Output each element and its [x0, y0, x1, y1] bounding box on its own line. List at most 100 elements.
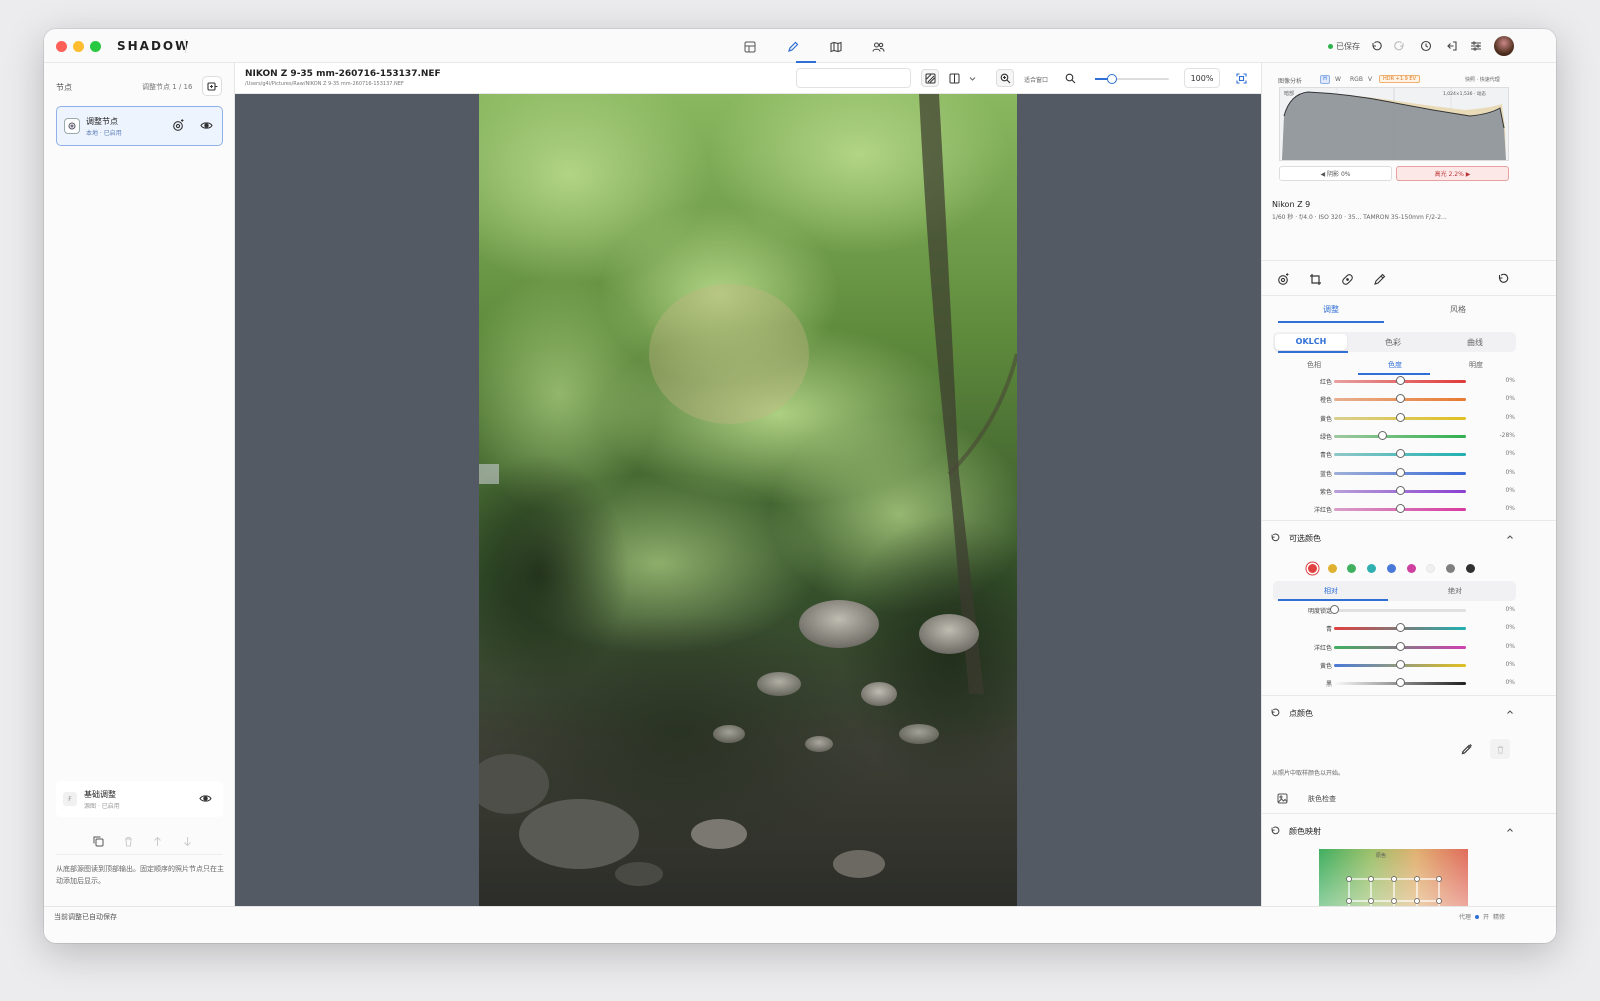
channel-w-button[interactable]: W: [1335, 76, 1341, 83]
user-avatar[interactable]: [1494, 36, 1514, 56]
channel-h-button[interactable]: H: [1320, 75, 1330, 84]
tab-adjust[interactable]: 调整: [1316, 304, 1346, 315]
people-mode-button[interactable]: [869, 38, 887, 56]
chroma-slider-handle[interactable]: [1395, 485, 1405, 495]
histogram-header: 图像分析: [1278, 78, 1303, 85]
color-swatch[interactable]: [1308, 564, 1317, 573]
move-node-down-button[interactable]: [182, 836, 193, 847]
arrow-down-icon: [184, 836, 191, 846]
chroma-slider-handle[interactable]: [1395, 394, 1405, 404]
selective-slider-handle[interactable]: [1329, 605, 1339, 614]
undo-button[interactable]: [1370, 38, 1382, 54]
close-window-button[interactable]: [56, 41, 67, 52]
chroma-slider-handle[interactable]: [1395, 467, 1405, 477]
color-swatch[interactable]: [1367, 564, 1377, 573]
color-map-reset-button[interactable]: [1270, 826, 1280, 836]
selective-mode-absolute[interactable]: 绝对: [1399, 586, 1511, 596]
tab-style[interactable]: 风格: [1443, 304, 1473, 315]
chroma-slider-handle[interactable]: [1395, 504, 1405, 514]
settings-button[interactable]: [1470, 38, 1482, 54]
view-options-dropdown[interactable]: [967, 69, 977, 87]
reset-all-button[interactable]: [1495, 271, 1511, 287]
base-adjustment-node[interactable]: F 基础调整 源图 · 已启用: [56, 781, 223, 817]
point-color-collapse-button[interactable]: [1506, 708, 1514, 716]
chroma-slider-handle[interactable]: [1395, 376, 1405, 385]
color-map-collapse-button[interactable]: [1506, 826, 1514, 834]
selective-color-collapse-button[interactable]: [1506, 533, 1514, 541]
selective-slider-handle[interactable]: [1395, 641, 1405, 651]
color-swatch[interactable]: [1445, 564, 1455, 573]
adjustment-node[interactable]: 调整节点 本地 · 已启用: [56, 106, 223, 146]
color-swatch[interactable]: [1327, 564, 1337, 573]
chroma-slider-track[interactable]: [1334, 434, 1466, 438]
move-node-up-button[interactable]: [152, 836, 163, 847]
selective-slider-label: 青: [1325, 626, 1332, 634]
image-canvas[interactable]: [235, 94, 1261, 906]
zoom-fit-button[interactable]: [996, 69, 1014, 87]
point-color-reset-button[interactable]: [1270, 708, 1280, 718]
mode-curve[interactable]: 曲线: [1439, 337, 1511, 348]
delete-node-button[interactable]: [123, 836, 134, 847]
chroma-slider-handle[interactable]: [1395, 412, 1405, 422]
selective-slider-handle[interactable]: [1395, 623, 1405, 633]
heal-tool-button[interactable]: [1339, 271, 1355, 287]
mode-color[interactable]: 色彩: [1357, 337, 1429, 348]
histogram-mode[interactable]: 快照 · 快速代理: [1465, 76, 1500, 83]
add-node-button[interactable]: [202, 76, 222, 96]
zoom-value[interactable]: 100%: [1184, 68, 1220, 88]
viewer-search-input[interactable]: [796, 68, 911, 88]
highlight-clip-button[interactable]: 高光 2.2% ▶: [1396, 166, 1509, 181]
library-mode-button[interactable]: [741, 38, 759, 56]
minimize-window-button[interactable]: [73, 41, 84, 52]
base-node-subtitle: 源图 · 已启用: [84, 803, 120, 810]
history-button[interactable]: [1420, 38, 1432, 54]
color-swatch[interactable]: [1386, 564, 1396, 573]
before-after-button[interactable]: [921, 69, 939, 87]
chroma-slider-handle[interactable]: [1378, 430, 1388, 440]
chevron-up-icon: [1507, 828, 1513, 832]
eyedropper-button[interactable]: [1461, 743, 1473, 755]
zoom-window-button[interactable]: [90, 41, 101, 52]
mode-oklch[interactable]: OKLCH: [1275, 337, 1347, 346]
node-mask-button[interactable]: [172, 119, 185, 132]
skin-check-icon-button[interactable]: [1277, 793, 1288, 804]
shadow-clip-button[interactable]: ◀ 阴影 0%: [1279, 166, 1392, 181]
channel-v-button[interactable]: V: [1368, 76, 1372, 83]
chroma-slider-label: 洋红色: [1313, 507, 1332, 515]
reset-icon: [1271, 533, 1280, 542]
zoom-slider-handle[interactable]: [1107, 74, 1117, 84]
selective-slider-track[interactable]: [1334, 609, 1466, 612]
color-swatch[interactable]: [1465, 564, 1475, 573]
duplicate-node-button[interactable]: [93, 836, 104, 847]
color-swatch[interactable]: [1347, 564, 1357, 573]
color-swatch[interactable]: [1426, 564, 1436, 573]
color-map-grid[interactable]: 原色: [1319, 849, 1468, 906]
subtab-chroma[interactable]: 色度: [1377, 360, 1413, 370]
base-visibility-toggle[interactable]: [199, 792, 212, 805]
selective-slider-handle[interactable]: [1395, 659, 1405, 669]
photo-preview[interactable]: [479, 94, 1017, 906]
redo-button[interactable]: [1394, 38, 1406, 54]
export-button[interactable]: [1446, 38, 1458, 54]
selective-slider-handle[interactable]: [1395, 678, 1405, 688]
edit-mode-button[interactable]: [784, 38, 802, 56]
crop-tool-button[interactable]: [1307, 271, 1323, 287]
magnify-button[interactable]: [1061, 69, 1079, 87]
selective-color-reset-button[interactable]: [1270, 533, 1280, 543]
delete-point-button[interactable]: [1490, 739, 1510, 759]
fullscreen-button[interactable]: [1232, 69, 1250, 87]
channel-rgb-button[interactable]: RGB: [1350, 76, 1363, 83]
chroma-slider-handle[interactable]: [1395, 449, 1405, 459]
subtab-hue[interactable]: 色相: [1296, 360, 1332, 370]
mask-tool-button[interactable]: [1275, 271, 1291, 287]
skin-check-toggle[interactable]: 肤色检查: [1308, 794, 1336, 804]
selective-mode-relative[interactable]: 相对: [1275, 586, 1387, 596]
brush-tool-button[interactable]: [1371, 271, 1387, 287]
map-mode-button[interactable]: [827, 38, 845, 56]
subtab-lightness[interactable]: 明度: [1458, 360, 1494, 370]
node-visibility-toggle[interactable]: [200, 119, 213, 132]
split-view-button[interactable]: [945, 69, 963, 87]
proxy-status[interactable]: 代理 开 精修: [1459, 912, 1505, 921]
node-count: 调整节点 1 / 16: [142, 83, 193, 91]
color-swatch[interactable]: [1406, 564, 1416, 573]
